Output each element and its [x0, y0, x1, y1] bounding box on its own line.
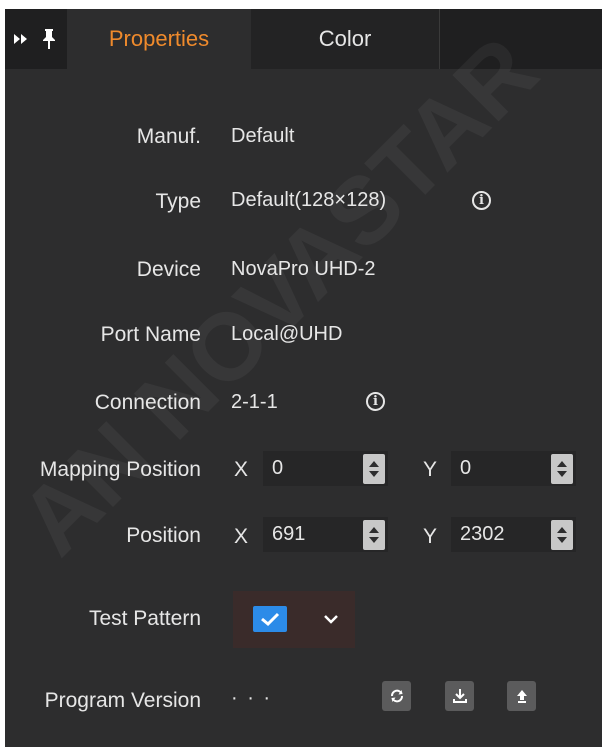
mapping-position-label: Mapping Position [39, 458, 201, 481]
manufacturer-label: Manuf. [136, 125, 201, 148]
type-info-icon[interactable]: i [472, 191, 491, 210]
pin-icon[interactable] [35, 9, 63, 69]
position-x-input[interactable]: 691 [263, 517, 388, 552]
spin-updown-icon[interactable] [551, 453, 573, 484]
chevron-down-icon[interactable] [323, 607, 339, 631]
connection-value: 2-1-1 [231, 391, 278, 413]
mapping-y-input[interactable]: 0 [451, 451, 576, 486]
properties-panel: Properties Color Manuf. Default Type Def… [5, 9, 602, 747]
mapping-x-input[interactable]: 0 [263, 451, 388, 486]
expand-double-chevron-icon[interactable] [7, 9, 35, 69]
mapping-y-value: 0 [460, 457, 472, 479]
test-pattern-checkbox[interactable] [253, 606, 287, 632]
device-label: Device [136, 258, 201, 281]
connection-label: Connection [94, 391, 201, 414]
mapping-y-label: Y [423, 458, 438, 481]
device-value: NovaPro UHD-2 [231, 258, 376, 280]
upload-icon[interactable] [507, 681, 536, 711]
tab-color[interactable]: Color [251, 9, 440, 69]
position-label: Position [126, 524, 201, 547]
port-name-label: Port Name [100, 323, 201, 346]
connection-info-icon[interactable]: i [366, 392, 385, 411]
tab-bar: Properties Color [5, 9, 602, 69]
spin-updown-icon[interactable] [551, 519, 573, 550]
position-y-input[interactable]: 2302 [451, 517, 576, 552]
mapping-x-value: 0 [272, 457, 284, 479]
position-x-value: 691 [272, 523, 306, 545]
port-name-value: Local@UHD [231, 323, 343, 345]
position-y-value: 2302 [460, 523, 505, 545]
type-value: Default(128×128) [231, 189, 387, 211]
type-label: Type [155, 190, 201, 213]
program-version-label: Program Version [44, 689, 201, 712]
test-pattern-label: Test Pattern [88, 607, 201, 630]
tab-properties[interactable]: Properties [67, 9, 251, 69]
download-icon[interactable] [445, 681, 474, 711]
spin-updown-icon[interactable] [363, 519, 385, 550]
position-x-label: X [234, 525, 249, 548]
checkmark-icon [261, 612, 280, 627]
program-version-value: · · · [231, 687, 273, 709]
position-y-label: Y [423, 525, 438, 548]
refresh-icon[interactable] [382, 681, 411, 711]
spin-updown-icon[interactable] [363, 453, 385, 484]
manufacturer-value: Default [231, 125, 295, 147]
mapping-x-label: X [234, 458, 249, 481]
test-pattern-dropdown[interactable] [233, 591, 355, 648]
